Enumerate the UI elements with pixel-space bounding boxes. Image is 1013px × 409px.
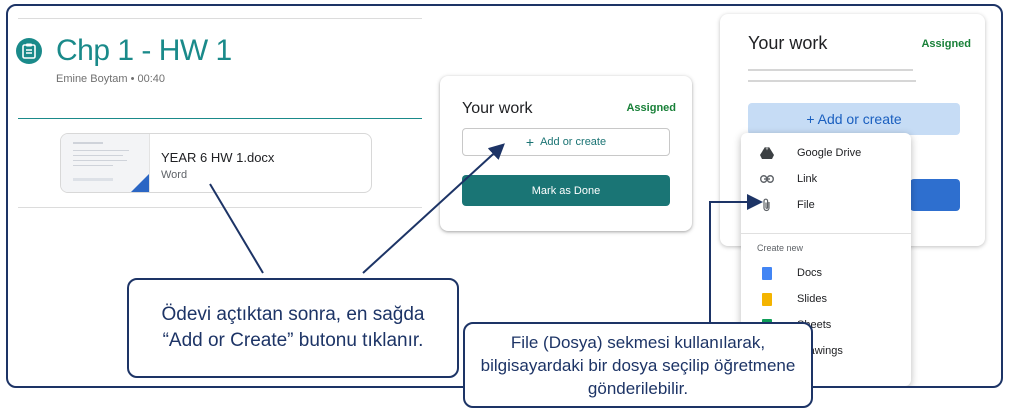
callout-file-upload: File (Dosya) sekmesi kullanılarak, bilgi… <box>463 322 813 408</box>
arrow-to-add-button <box>362 143 505 274</box>
arrow-to-file-item <box>709 194 763 324</box>
callout-add-or-create: Ödevi açtıktan sonra, en sağda “Add or C… <box>127 278 459 378</box>
arrow-line <box>209 183 264 274</box>
